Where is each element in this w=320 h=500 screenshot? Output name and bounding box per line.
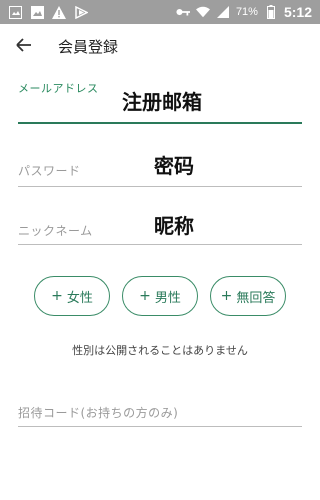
app-bar: 会員登録 — [0, 24, 320, 68]
email-underline — [18, 122, 302, 124]
gender-options: + 女性 + 男性 + 無回答 — [0, 276, 320, 316]
plus-icon: + — [51, 288, 63, 304]
plus-icon: + — [220, 288, 233, 304]
password-underline — [18, 186, 302, 187]
play-icon — [74, 5, 88, 19]
gender-privacy-note: 性別は公開されることはありません — [72, 344, 248, 357]
image-icon — [8, 5, 22, 19]
nickname-value: 昵称 — [154, 214, 194, 238]
password-value: 密码 — [154, 154, 194, 178]
gender-male-label: 男性 — [154, 290, 181, 306]
invite-code-placeholder: 招待コード(お持ちの方のみ) — [18, 406, 179, 420]
page-title: 会員登録 — [58, 37, 119, 56]
battery-icon — [264, 5, 278, 19]
password-field[interactable]: パスワード 密码 — [18, 150, 302, 190]
gallery-icon — [30, 5, 44, 19]
gender-no-answer-label: 無回答 — [236, 290, 276, 306]
gender-no-answer-button[interactable]: + 無回答 — [210, 276, 286, 316]
nickname-underline — [18, 244, 302, 245]
arrow-left-icon — [16, 37, 32, 56]
gender-female-button[interactable]: + 女性 — [34, 276, 110, 316]
battery-percent: 71% — [235, 6, 258, 18]
email-value: 注册邮箱 — [122, 90, 202, 114]
invite-code-field[interactable]: 招待コード(お持ちの方のみ) — [18, 398, 302, 430]
nickname-placeholder: ニックネーム — [18, 224, 93, 238]
email-field[interactable]: メールアドレス 注册邮箱 — [18, 80, 302, 124]
plus-icon: + — [139, 288, 151, 304]
wifi-icon — [195, 5, 210, 19]
status-left — [0, 5, 88, 19]
key-icon — [176, 5, 190, 19]
status-right: 71% 5:12 — [176, 4, 320, 20]
nickname-field[interactable]: ニックネーム 昵称 — [18, 208, 302, 248]
back-button[interactable] — [12, 34, 36, 58]
clock: 5:12 — [283, 4, 312, 20]
warning-icon — [52, 5, 66, 19]
password-placeholder: パスワード — [18, 164, 81, 178]
gender-male-button[interactable]: + 男性 — [122, 276, 198, 316]
status-bar: 71% 5:12 — [0, 0, 320, 24]
invite-code-underline — [18, 426, 302, 427]
signal-icon — [216, 5, 230, 19]
gender-female-label: 女性 — [66, 290, 93, 306]
